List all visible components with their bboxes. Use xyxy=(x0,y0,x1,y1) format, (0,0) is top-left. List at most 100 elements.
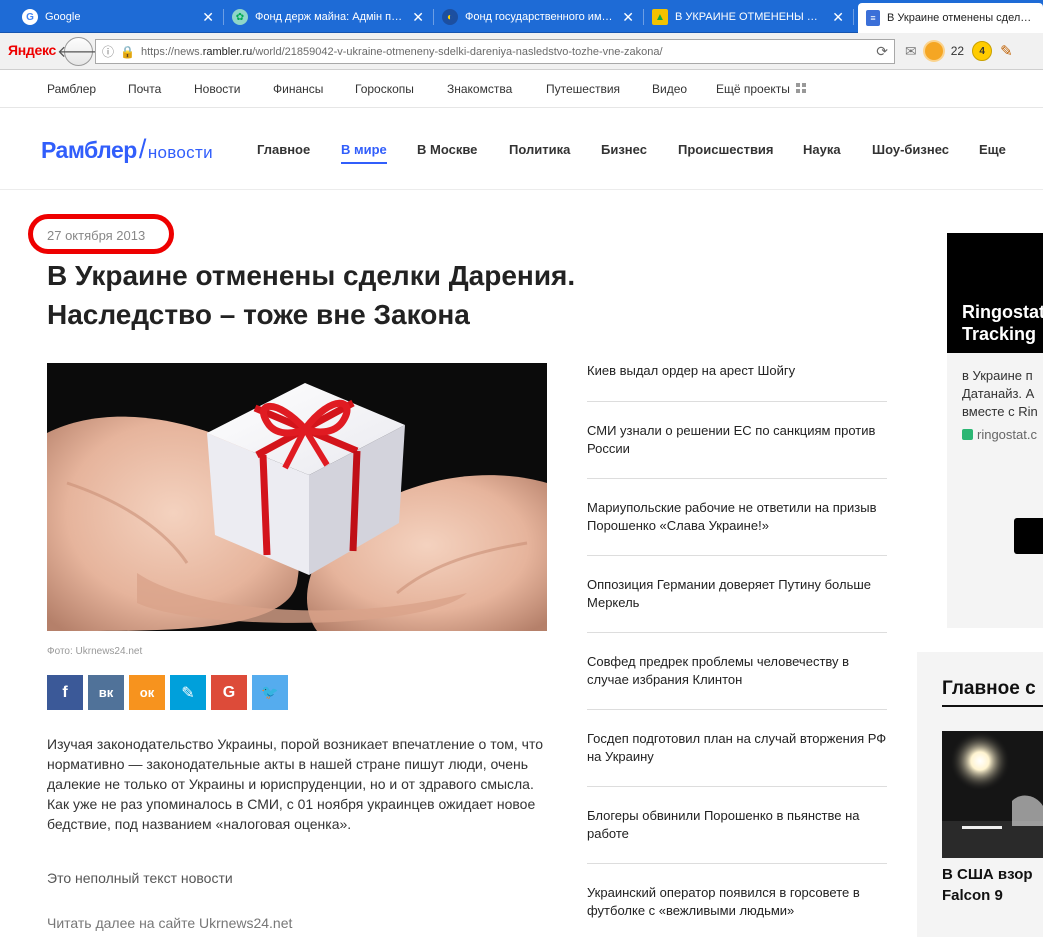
weather-temp[interactable]: 22 xyxy=(951,44,964,58)
projects-link-video[interactable]: Видео xyxy=(652,82,687,96)
rambler-news-logo[interactable]: Рамблер/новости xyxy=(41,134,213,165)
browser-tab-google[interactable]: G Google ✕ xyxy=(14,3,224,31)
odnoklassniki-icon[interactable]: ок xyxy=(129,675,165,710)
section-science[interactable]: Наука xyxy=(803,142,841,157)
related-item[interactable]: Оппозиция Германии доверяет Путину больш… xyxy=(587,576,887,612)
projects-link-dating[interactable]: Знакомства xyxy=(447,82,512,96)
globe-icon: ✿ xyxy=(232,9,248,25)
article-date: 27 октября 2013 xyxy=(47,228,146,243)
browser-tab-ukrnews[interactable]: ▲ В УКРАИНЕ ОТМЕНЕНЫ СДЕ… ✕ xyxy=(644,3,854,31)
related-item[interactable]: Украинский оператор появился в горсовете… xyxy=(587,884,887,920)
ad-site-label: ringostat.c xyxy=(977,427,1037,442)
reload-icon[interactable]: ⟳ xyxy=(876,43,888,60)
divider xyxy=(587,863,887,864)
ukraine-seal-icon: ◐ xyxy=(442,9,458,25)
grid-icon xyxy=(795,83,807,94)
close-icon[interactable]: ✕ xyxy=(832,10,844,24)
section-politics[interactable]: Политика xyxy=(509,142,570,157)
projects-link-finance[interactable]: Финансы xyxy=(273,82,323,96)
related-item[interactable]: Госдеп подготовил план на случай вторжен… xyxy=(587,730,887,766)
main-news-headline[interactable]: В США взор Falcon 9 xyxy=(942,864,1043,906)
ad-site: ringostat.c xyxy=(962,427,1037,442)
projects-nav: Рамблер Почта Новости Финансы Гороскопы … xyxy=(0,70,1043,108)
news-header: Рамблер/новости Главное В мире В Москве … xyxy=(0,108,1043,190)
document-icon: ≡ xyxy=(866,10,880,26)
tab-title: Google xyxy=(45,11,81,23)
close-icon[interactable]: ✕ xyxy=(202,10,214,24)
main-news-image[interactable] xyxy=(942,731,1043,858)
notification-count: 4 xyxy=(979,45,985,57)
pen-icon[interactable]: ✎ xyxy=(1000,42,1013,60)
ringostat-logo-icon xyxy=(962,429,973,440)
projects-link-horoscopes[interactable]: Гороскопы xyxy=(355,82,414,96)
ad-cta-button[interactable] xyxy=(1014,518,1043,554)
divider xyxy=(587,632,887,633)
back-button[interactable]: 🡐 xyxy=(57,37,100,66)
section-showbiz[interactable]: Шоу-бизнес xyxy=(872,142,949,157)
url-path: /world/21859042-v-ukraine-otmeneny-sdelk… xyxy=(252,45,663,58)
article-body: Изучая законодательство Украины, порой в… xyxy=(47,736,543,832)
section-world[interactable]: В мире xyxy=(341,142,387,164)
logo-slash: / xyxy=(138,134,147,164)
url-field[interactable]: ⓘ 🔒 https://news.rambler.ru/world/218590… xyxy=(95,39,895,64)
url-host: rambler.ru xyxy=(202,45,253,58)
browser-tab-active[interactable]: ≡ В Украине отменены сделк… xyxy=(858,3,1043,33)
more-projects-label: Ещё проекты xyxy=(716,82,790,96)
yandex-logo[interactable]: Яндекс xyxy=(8,42,56,58)
related-item[interactable]: Совфед предрек проблемы человечеству в с… xyxy=(587,653,887,689)
weather-sun-icon[interactable] xyxy=(924,42,943,60)
projects-link-rambler[interactable]: Рамблер xyxy=(47,82,96,96)
divider xyxy=(942,705,1043,707)
section-main[interactable]: Главное xyxy=(257,142,310,157)
mail-icon[interactable]: ✉ xyxy=(905,43,917,60)
divider xyxy=(587,709,887,710)
article-photo xyxy=(47,363,547,631)
logo-section: новости xyxy=(147,143,213,162)
section-more[interactable]: Еще xyxy=(979,142,1006,157)
notification-bubble-icon[interactable]: 4 xyxy=(972,41,993,61)
ad-text: в Украине п Датанайз. А вместе с Rin xyxy=(962,368,1038,419)
facebook-icon[interactable]: f xyxy=(47,675,83,710)
lock-icon: 🔒 xyxy=(120,44,135,59)
close-icon[interactable]: ✕ xyxy=(622,10,634,24)
projects-link-mail[interactable]: Почта xyxy=(128,82,161,96)
brand-label: Яндекс xyxy=(8,42,56,58)
url-prefix: https://news. xyxy=(140,45,203,58)
main-block-title: Главное с xyxy=(942,678,1036,699)
divider xyxy=(587,786,887,787)
read-more-link[interactable]: Читать далее на сайте Ukrnews24.net xyxy=(47,915,292,931)
livejournal-icon[interactable]: ✎ xyxy=(170,675,206,710)
browser-tab-fgi[interactable]: ◐ Фонд государственного им… ✕ xyxy=(434,3,644,31)
tab-title: Фонд государственного им… xyxy=(465,11,613,23)
vkontakte-icon[interactable]: вк xyxy=(88,675,124,710)
browser-tab-fdm[interactable]: ✿ Фонд держ майна: Адмін па… ✕ xyxy=(224,3,434,31)
toolbar-right: ✉ 22 4 ✎ xyxy=(905,41,1013,61)
section-moscow[interactable]: В Москве xyxy=(417,142,477,157)
tab-title: В УКРАИНЕ ОТМЕНЕНЫ СДЕ… xyxy=(675,11,825,23)
ukrnews-icon: ▲ xyxy=(652,9,668,25)
photo-caption: Фото: Ukrnews24.net xyxy=(47,646,143,657)
divider xyxy=(587,478,887,479)
logo-main: Рамблер xyxy=(41,137,137,163)
partial-text-note: Это неполный текст новости xyxy=(47,870,233,886)
article-title: В Украине отменены сделки Дарения. Насле… xyxy=(47,260,576,330)
related-item[interactable]: СМИ узнали о решении ЕС по санкциям прот… xyxy=(587,422,887,458)
url-text: https://news.rambler.ru/world/21859042-v… xyxy=(141,46,663,58)
twitter-icon[interactable]: 🐦 xyxy=(252,675,288,710)
google-icon: G xyxy=(22,9,38,25)
tab-title: Фонд держ майна: Адмін па… xyxy=(255,11,405,23)
related-item[interactable]: Блогеры обвинили Порошенко в пьянстве на… xyxy=(587,807,887,843)
projects-link-news[interactable]: Новости xyxy=(194,82,240,96)
projects-link-travel[interactable]: Путешествия xyxy=(546,82,620,96)
ad-headline: Ringostat Tracking xyxy=(962,302,1043,344)
google-plus-icon[interactable]: G xyxy=(211,675,247,710)
section-business[interactable]: Бизнес xyxy=(601,142,647,157)
section-incidents[interactable]: Происшествия xyxy=(678,142,774,157)
info-icon[interactable]: ⓘ xyxy=(102,43,114,60)
close-icon[interactable]: ✕ xyxy=(412,10,424,24)
related-item[interactable]: Мариупольские рабочие не ответили на при… xyxy=(587,499,887,535)
projects-link-more[interactable]: Ещё проекты xyxy=(716,82,807,96)
related-item[interactable]: Киев выдал ордер на арест Шойгу xyxy=(587,362,887,380)
browser-tab-strip: G Google ✕ ✿ Фонд держ майна: Адмін па… … xyxy=(0,0,1043,33)
ad-ringostat[interactable]: Ringostat Tracking в Украине п Датанайз.… xyxy=(947,233,1043,628)
